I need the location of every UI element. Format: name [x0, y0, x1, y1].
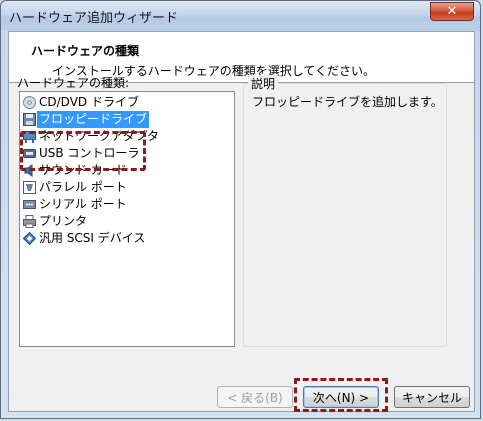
- description-title: 説明: [248, 75, 279, 92]
- list-item-parallel-port[interactable]: パラレル ポート: [23, 179, 127, 196]
- cancel-button[interactable]: キャンセル: [394, 386, 470, 408]
- scsi-icon: [23, 232, 36, 245]
- list-item-label: 汎用 SCSI デバイス: [39, 231, 146, 245]
- header-title: ハードウェアの種類: [31, 44, 140, 58]
- parallel-port-icon: [23, 181, 36, 194]
- hardware-type-label: ハードウェアの種類:: [17, 76, 130, 90]
- description-group: [243, 83, 447, 347]
- list-item-cd-dvd[interactable]: CD/DVD ドライブ: [23, 94, 139, 111]
- floppy-highlight-annotation: [20, 131, 146, 171]
- list-item-printer[interactable]: プリンタ: [23, 213, 87, 230]
- list-item-floppy[interactable]: フロッピードライブ: [23, 111, 150, 128]
- window-title: ハードウェア追加ウィザード: [9, 11, 179, 26]
- cd-dvd-icon: [23, 96, 36, 109]
- description-text: フロッピードライブを追加します。: [252, 95, 443, 109]
- list-item-label: CD/DVD ドライブ: [39, 95, 139, 109]
- title-bar[interactable]: ハードウェア追加ウィザード ✕: [1, 1, 480, 31]
- printer-icon: [23, 215, 36, 228]
- floppy-icon: [23, 113, 36, 126]
- list-item-label: シリアル ポート: [39, 197, 127, 211]
- list-item-label: パラレル ポート: [39, 180, 127, 194]
- list-item-label: プリンタ: [39, 214, 88, 228]
- serial-port-icon: [23, 198, 36, 211]
- close-icon: ✕: [446, 4, 458, 19]
- list-item-label: フロッピードライブ: [37, 111, 150, 128]
- list-item-scsi[interactable]: 汎用 SCSI デバイス: [23, 230, 145, 247]
- close-button[interactable]: ✕: [430, 2, 474, 21]
- back-button[interactable]: < 戻る(B): [217, 386, 293, 408]
- next-highlight-annotation: [294, 378, 388, 412]
- hardware-type-listbox[interactable]: CD/DVD ドライブ フロッピードライブ ネットワークアダプタ USB コント…: [19, 91, 235, 347]
- list-item-serial-port[interactable]: シリアル ポート: [23, 196, 127, 213]
- wizard-window: ハードウェア追加ウィザード ✕ ハードウェアの種類 インストールするハードウェア…: [0, 0, 481, 419]
